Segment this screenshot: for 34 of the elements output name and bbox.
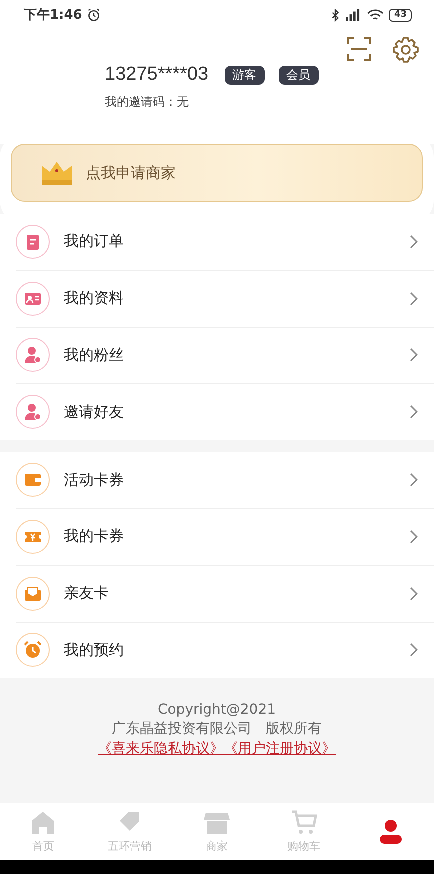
wifi-icon xyxy=(367,8,384,22)
settings-icon[interactable] xyxy=(392,36,420,64)
chevron-icon xyxy=(410,643,418,658)
user-badge: 游客 xyxy=(224,66,265,84)
menu-item[interactable]: 我的粉丝 xyxy=(16,328,434,384)
agreement-link[interactable]: 《用户注册协议》 xyxy=(224,740,336,758)
phone-number: 13275****03 xyxy=(105,64,209,86)
battery-icon: 43 xyxy=(389,8,412,22)
menu-item[interactable]: 我的卡券 xyxy=(16,508,434,566)
user-badge: 会员 xyxy=(278,66,319,84)
status-time: 下午1:46 xyxy=(24,7,82,24)
menu-item[interactable]: 我的资料 xyxy=(16,270,434,328)
bluetooth-icon xyxy=(331,8,340,22)
chevron-icon xyxy=(410,530,418,544)
chevron-icon xyxy=(410,348,418,362)
chevron-icon xyxy=(410,234,418,249)
menu-item[interactable]: 邀请好友 xyxy=(16,384,434,440)
chevron-icon xyxy=(410,586,418,601)
menu-item[interactable]: 亲友卡 xyxy=(16,566,434,623)
alarm-icon xyxy=(87,8,102,22)
chevron-icon xyxy=(410,473,418,488)
invite-code: 我的邀请码：无 xyxy=(105,94,190,111)
chevron-icon xyxy=(410,405,418,420)
signal-icon xyxy=(345,8,362,22)
company-text: 广东晶益投资有限公司 版权所有 xyxy=(112,720,322,738)
crown-icon xyxy=(40,160,74,186)
agreement-link[interactable]: 《喜来乐隐私协议》 xyxy=(98,740,224,758)
scan-icon[interactable] xyxy=(346,36,372,62)
menu-item[interactable]: 活动卡券 xyxy=(16,452,434,509)
menu-item[interactable]: 我的订单 xyxy=(16,214,434,271)
cart-icon xyxy=(290,809,318,837)
chevron-icon xyxy=(410,292,418,306)
copyright-text: Copyright@2021 xyxy=(158,702,276,718)
menu-item[interactable]: 我的预约 xyxy=(16,622,434,678)
